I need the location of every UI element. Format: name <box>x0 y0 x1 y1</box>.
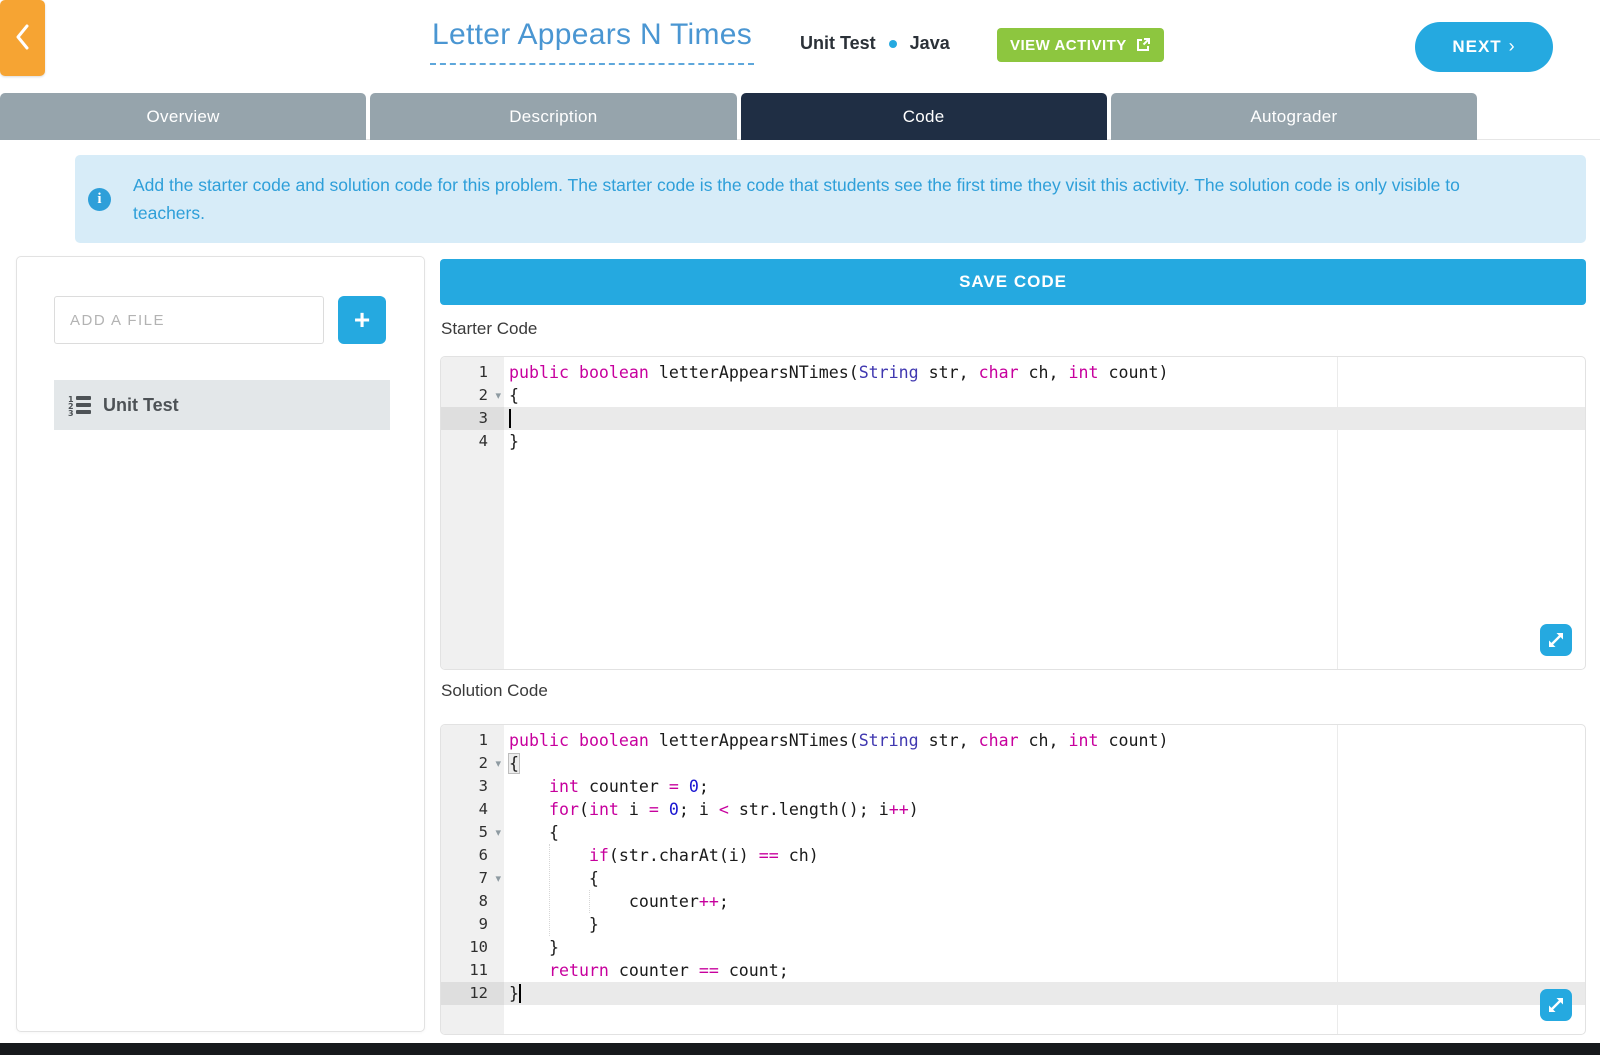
info-icon: i <box>88 188 111 211</box>
file-item-unit-test[interactable]: 123 Unit Test <box>54 380 390 430</box>
text-cursor <box>519 984 521 1003</box>
indent-guide <box>589 890 590 913</box>
expand-icon <box>1548 997 1564 1013</box>
code-line: 11 return counter == count; <box>441 959 1585 982</box>
tab-overview[interactable]: Overview <box>0 93 366 140</box>
next-button-label: NEXT <box>1452 37 1501 57</box>
code-line: 8 counter++; <box>441 890 1585 913</box>
code-line: 2▾{ <box>441 384 1585 407</box>
expand-starter-editor-button[interactable] <box>1540 624 1572 656</box>
code-activity-page: Letter Appears N Times Unit Test Java VI… <box>0 0 1600 1055</box>
code-line: 4} <box>441 430 1585 453</box>
line-number: 8 <box>441 890 504 913</box>
add-file-input[interactable] <box>54 296 324 344</box>
code-line: 4 for(int i = 0; i < str.length(); i++) <box>441 798 1585 821</box>
line-number: 10 <box>441 936 504 959</box>
code-line: 3 int counter = 0; <box>441 775 1585 798</box>
expand-solution-editor-button[interactable] <box>1540 989 1572 1021</box>
code-line-text[interactable]: int counter = 0; <box>504 775 1585 798</box>
next-button[interactable]: NEXT › <box>1415 22 1553 72</box>
code-line-text[interactable]: return counter == count; <box>504 959 1585 982</box>
view-activity-label: VIEW ACTIVITY <box>1010 37 1127 54</box>
line-number: 9 <box>441 913 504 936</box>
starter-code-label: Starter Code <box>441 319 537 339</box>
code-line: 9 } <box>441 913 1585 936</box>
line-number: 1 <box>441 361 504 384</box>
language-label: Java <box>910 33 950 54</box>
expand-icon <box>1548 632 1564 648</box>
solution-editor-rows: 1public boolean letterAppearsNTimes(Stri… <box>441 729 1585 1005</box>
fold-caret-icon[interactable]: ▾ <box>495 752 501 775</box>
code-line: 3 <box>441 407 1585 430</box>
plus-icon: + <box>354 304 370 335</box>
activity-meta: Unit Test Java <box>800 33 950 54</box>
line-number: 12 <box>441 982 504 1005</box>
chevron-left-icon <box>15 24 30 53</box>
file-sidebar: + 123 Unit Test <box>16 256 425 1032</box>
fold-caret-icon[interactable]: ▾ <box>495 384 501 407</box>
solution-editor: 1public boolean letterAppearsNTimes(Stri… <box>440 724 1586 1035</box>
code-line: 5▾ { <box>441 821 1585 844</box>
add-file-button[interactable]: + <box>338 296 386 344</box>
line-number: 4 <box>441 798 504 821</box>
tab-bar: OverviewDescriptionCodeAutograder <box>0 93 1477 140</box>
bottom-bar <box>0 1043 1600 1055</box>
activity-type-label: Unit Test <box>800 33 876 54</box>
code-line: 1public boolean letterAppearsNTimes(Stri… <box>441 729 1585 752</box>
indent-guide <box>549 844 550 936</box>
code-line-text[interactable]: } <box>504 982 1585 1005</box>
code-line-text[interactable] <box>504 407 1585 430</box>
line-number: 5▾ <box>441 821 504 844</box>
page-title[interactable]: Letter Appears N Times <box>430 18 754 65</box>
view-activity-button[interactable]: VIEW ACTIVITY <box>997 28 1164 62</box>
code-line-text[interactable]: } <box>504 430 1585 453</box>
code-line: 6 if(str.charAt(i) == ch) <box>441 844 1585 867</box>
fold-caret-icon[interactable]: ▾ <box>495 867 501 890</box>
code-line: 1public boolean letterAppearsNTimes(Stri… <box>441 361 1585 384</box>
banner-text: Add the starter code and solution code f… <box>133 171 1473 227</box>
line-number: 3 <box>441 407 504 430</box>
code-line-text[interactable]: { <box>504 821 1585 844</box>
code-line-text[interactable]: if(str.charAt(i) == ch) <box>504 844 1585 867</box>
dot-separator <box>889 40 897 48</box>
code-line-text[interactable]: { <box>504 384 1585 407</box>
line-number: 11 <box>441 959 504 982</box>
starter-editor-rows: 1public boolean letterAppearsNTimes(Stri… <box>441 361 1585 453</box>
chevron-right-icon: › <box>1509 36 1516 57</box>
code-line-text[interactable]: public boolean letterAppearsNTimes(Strin… <box>504 729 1585 752</box>
svg-text:3: 3 <box>68 409 74 416</box>
code-line-text[interactable]: counter++; <box>504 890 1585 913</box>
code-line-text[interactable]: public boolean letterAppearsNTimes(Strin… <box>504 361 1585 384</box>
file-list: 123 Unit Test <box>54 380 390 430</box>
code-line-text[interactable]: } <box>504 936 1585 959</box>
line-number: 2▾ <box>441 752 504 775</box>
code-line-text[interactable]: { <box>504 752 1585 775</box>
code-line-text[interactable]: { <box>504 867 1585 890</box>
tab-code[interactable]: Code <box>741 93 1107 140</box>
tab-autograder[interactable]: Autograder <box>1111 93 1477 140</box>
save-code-button[interactable]: SAVE CODE <box>440 259 1586 305</box>
starter-editor: 1public boolean letterAppearsNTimes(Stri… <box>440 356 1586 670</box>
code-line: 12} <box>441 982 1585 1005</box>
info-banner: i Add the starter code and solution code… <box>75 155 1586 243</box>
line-number: 3 <box>441 775 504 798</box>
code-line-text[interactable]: } <box>504 913 1585 936</box>
code-line: 2▾{ <box>441 752 1585 775</box>
code-line-text[interactable]: for(int i = 0; i < str.length(); i++) <box>504 798 1585 821</box>
tab-description[interactable]: Description <box>370 93 736 140</box>
fold-caret-icon[interactable]: ▾ <box>495 821 501 844</box>
solution-code-label: Solution Code <box>441 681 548 701</box>
line-number: 1 <box>441 729 504 752</box>
back-button[interactable] <box>0 0 45 76</box>
line-number: 7▾ <box>441 867 504 890</box>
ordered-list-icon: 123 <box>68 395 92 416</box>
code-line: 10 } <box>441 936 1585 959</box>
code-line: 7▾ { <box>441 867 1585 890</box>
line-number: 6 <box>441 844 504 867</box>
file-item-label: Unit Test <box>103 395 179 416</box>
line-number: 4 <box>441 430 504 453</box>
text-cursor <box>509 409 511 428</box>
external-link-icon <box>1135 37 1151 53</box>
line-number: 2▾ <box>441 384 504 407</box>
